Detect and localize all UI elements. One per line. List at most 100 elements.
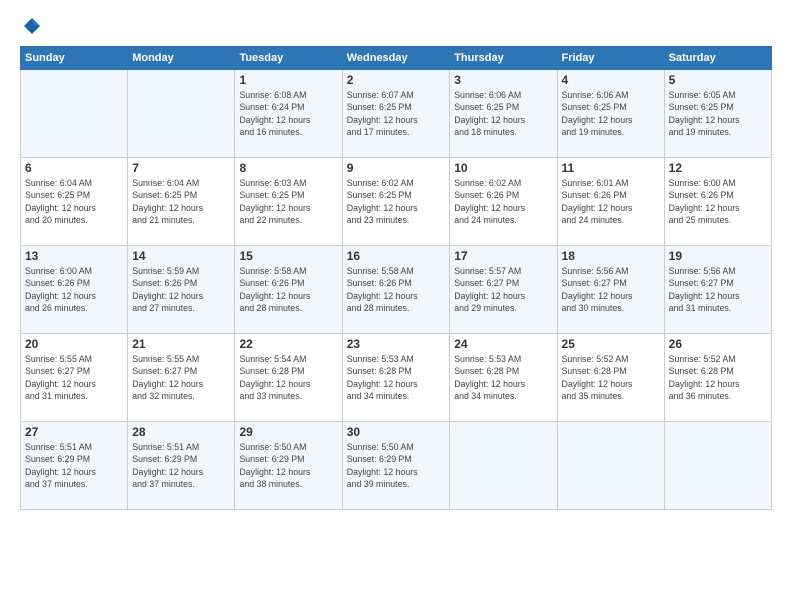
calendar-cell: 25 Sunrise: 5:52 AMSunset: 6:28 PMDayligh… bbox=[557, 334, 664, 422]
weekday-header: Tuesday bbox=[235, 47, 342, 70]
day-number: 26 bbox=[669, 337, 767, 351]
day-info: Sunrise: 6:01 AMSunset: 6:26 PMDaylight:… bbox=[562, 177, 660, 226]
day-info: Sunrise: 5:55 AMSunset: 6:27 PMDaylight:… bbox=[132, 353, 230, 402]
day-number: 27 bbox=[25, 425, 123, 439]
day-number: 2 bbox=[347, 73, 445, 87]
calendar-cell: 22Sunrise: 5:54 AMSunset: 6:28 PMDayligh… bbox=[235, 334, 342, 422]
day-number: 21 bbox=[132, 337, 230, 351]
day-number: 15 bbox=[239, 249, 337, 263]
day-number: 19 bbox=[669, 249, 767, 263]
calendar-cell: 28 Sunrise: 5:51 AMSunset: 6:29 PMDayligh… bbox=[128, 422, 235, 510]
calendar-cell: 23 Sunrise: 5:53 AMSunset: 6:28 PMDayligh… bbox=[342, 334, 449, 422]
weekday-header: Monday bbox=[128, 47, 235, 70]
day-number: 9 bbox=[347, 161, 445, 175]
day-info: Sunrise: 5:52 AMSunset: 6:28 PMDaylight:… bbox=[669, 353, 767, 402]
day-number: 20 bbox=[25, 337, 123, 351]
calendar-cell: 4Sunrise: 6:06 AMSunset: 6:25 PMDaylight… bbox=[557, 70, 664, 158]
calendar-cell: 6 Sunrise: 6:04 AMSunset: 6:25 PMDaylight… bbox=[21, 158, 128, 246]
calendar-cell: 27 Sunrise: 5:51 AMSunset: 6:29 PMDayligh… bbox=[21, 422, 128, 510]
day-number: 5 bbox=[669, 73, 767, 87]
day-info: Sunrise: 6:03 AMSunset: 6:25 PMDaylight:… bbox=[239, 177, 337, 226]
day-info: Sunrise: 5:50 AMSunset: 6:29 PMDaylight:… bbox=[347, 441, 445, 490]
calendar-cell bbox=[128, 70, 235, 158]
day-info: Sunrise: 5:53 AMSunset: 6:28 PMDaylight:… bbox=[347, 353, 445, 402]
day-info: Sunrise: 6:07 AMSunset: 6:25 PMDaylight:… bbox=[347, 89, 445, 138]
calendar-week-row: 13 Sunrise: 6:00 AMSunset: 6:26 PMDayligh… bbox=[21, 246, 772, 334]
day-info: Sunrise: 6:04 AMSunset: 6:25 PMDaylight:… bbox=[25, 177, 123, 226]
calendar-cell bbox=[557, 422, 664, 510]
day-number: 13 bbox=[25, 249, 123, 263]
day-number: 23 bbox=[347, 337, 445, 351]
day-info: Sunrise: 5:51 AMSunset: 6:29 PMDaylight:… bbox=[25, 441, 123, 490]
day-info: Sunrise: 5:57 AMSunset: 6:27 PMDaylight:… bbox=[454, 265, 552, 314]
calendar-cell: 8 Sunrise: 6:03 AMSunset: 6:25 PMDaylight… bbox=[235, 158, 342, 246]
day-info: Sunrise: 6:06 AMSunset: 6:25 PMDaylight:… bbox=[454, 89, 552, 138]
calendar-week-row: 6 Sunrise: 6:04 AMSunset: 6:25 PMDaylight… bbox=[21, 158, 772, 246]
day-number: 29 bbox=[239, 425, 337, 439]
day-number: 7 bbox=[132, 161, 230, 175]
calendar-cell: 21 Sunrise: 5:55 AMSunset: 6:27 PMDayligh… bbox=[128, 334, 235, 422]
day-info: Sunrise: 5:58 AMSunset: 6:26 PMDaylight:… bbox=[239, 265, 337, 314]
day-number: 11 bbox=[562, 161, 660, 175]
day-number: 17 bbox=[454, 249, 552, 263]
calendar-cell: 26 Sunrise: 5:52 AMSunset: 6:28 PMDayligh… bbox=[664, 334, 771, 422]
logo-icon bbox=[22, 16, 42, 36]
day-info: Sunrise: 6:06 AMSunset: 6:25 PMDaylight:… bbox=[562, 89, 660, 138]
logo bbox=[20, 16, 42, 36]
day-info: Sunrise: 6:02 AMSunset: 6:25 PMDaylight:… bbox=[347, 177, 445, 226]
day-number: 1 bbox=[239, 73, 337, 87]
day-number: 10 bbox=[454, 161, 552, 175]
calendar-week-row: 27 Sunrise: 5:51 AMSunset: 6:29 PMDayligh… bbox=[21, 422, 772, 510]
day-info: Sunrise: 5:55 AMSunset: 6:27 PMDaylight:… bbox=[25, 353, 123, 402]
page: SundayMondayTuesdayWednesdayThursdayFrid… bbox=[0, 0, 792, 612]
calendar-cell: 3 Sunrise: 6:06 AMSunset: 6:25 PMDaylight… bbox=[450, 70, 557, 158]
day-info: Sunrise: 5:56 AMSunset: 6:27 PMDaylight:… bbox=[562, 265, 660, 314]
day-number: 25 bbox=[562, 337, 660, 351]
calendar-week-row: 1 Sunrise: 6:08 AMSunset: 6:24 PMDaylight… bbox=[21, 70, 772, 158]
calendar-table: SundayMondayTuesdayWednesdayThursdayFrid… bbox=[20, 46, 772, 510]
calendar-cell: 30 Sunrise: 5:50 AMSunset: 6:29 PMDayligh… bbox=[342, 422, 449, 510]
calendar-cell: 16 Sunrise: 5:58 AMSunset: 6:26 PMDayligh… bbox=[342, 246, 449, 334]
day-info: Sunrise: 5:51 AMSunset: 6:29 PMDaylight:… bbox=[132, 441, 230, 490]
weekday-header: Thursday bbox=[450, 47, 557, 70]
calendar-cell: 11 Sunrise: 6:01 AMSunset: 6:26 PMDayligh… bbox=[557, 158, 664, 246]
day-info: Sunrise: 6:02 AMSunset: 6:26 PMDaylight:… bbox=[454, 177, 552, 226]
calendar-cell bbox=[450, 422, 557, 510]
day-number: 30 bbox=[347, 425, 445, 439]
calendar-cell bbox=[664, 422, 771, 510]
day-number: 14 bbox=[132, 249, 230, 263]
weekday-header: Friday bbox=[557, 47, 664, 70]
day-number: 22 bbox=[239, 337, 337, 351]
calendar-cell: 20 Sunrise: 5:55 AMSunset: 6:27 PMDayligh… bbox=[21, 334, 128, 422]
day-number: 28 bbox=[132, 425, 230, 439]
calendar-cell: 17 Sunrise: 5:57 AMSunset: 6:27 PMDayligh… bbox=[450, 246, 557, 334]
calendar-cell: 10 Sunrise: 6:02 AMSunset: 6:26 PMDayligh… bbox=[450, 158, 557, 246]
calendar-header-row: SundayMondayTuesdayWednesdayThursdayFrid… bbox=[21, 47, 772, 70]
day-info: Sunrise: 6:05 AMSunset: 6:25 PMDaylight:… bbox=[669, 89, 767, 138]
calendar-week-row: 20 Sunrise: 5:55 AMSunset: 6:27 PMDayligh… bbox=[21, 334, 772, 422]
day-info: Sunrise: 5:53 AMSunset: 6:28 PMDaylight:… bbox=[454, 353, 552, 402]
calendar-cell: 19 Sunrise: 5:56 AMSunset: 6:27 PMDayligh… bbox=[664, 246, 771, 334]
day-number: 8 bbox=[239, 161, 337, 175]
day-info: Sunrise: 5:56 AMSunset: 6:27 PMDaylight:… bbox=[669, 265, 767, 314]
day-number: 6 bbox=[25, 161, 123, 175]
day-info: Sunrise: 6:00 AMSunset: 6:26 PMDaylight:… bbox=[25, 265, 123, 314]
weekday-header: Wednesday bbox=[342, 47, 449, 70]
calendar-cell: 7Sunrise: 6:04 AMSunset: 6:25 PMDaylight… bbox=[128, 158, 235, 246]
day-number: 18 bbox=[562, 249, 660, 263]
day-number: 16 bbox=[347, 249, 445, 263]
calendar-cell: 24 Sunrise: 5:53 AMSunset: 6:28 PMDayligh… bbox=[450, 334, 557, 422]
day-info: Sunrise: 5:50 AMSunset: 6:29 PMDaylight:… bbox=[239, 441, 337, 490]
day-number: 24 bbox=[454, 337, 552, 351]
header bbox=[20, 16, 772, 36]
day-info: Sunrise: 6:08 AMSunset: 6:24 PMDaylight:… bbox=[239, 89, 337, 138]
calendar-cell: 18 Sunrise: 5:56 AMSunset: 6:27 PMDayligh… bbox=[557, 246, 664, 334]
day-info: Sunrise: 5:52 AMSunset: 6:28 PMDaylight:… bbox=[562, 353, 660, 402]
calendar-cell: 14Sunrise: 5:59 AMSunset: 6:26 PMDayligh… bbox=[128, 246, 235, 334]
day-info: Sunrise: 5:58 AMSunset: 6:26 PMDaylight:… bbox=[347, 265, 445, 314]
calendar-cell bbox=[21, 70, 128, 158]
day-number: 3 bbox=[454, 73, 552, 87]
calendar-cell: 2 Sunrise: 6:07 AMSunset: 6:25 PMDaylight… bbox=[342, 70, 449, 158]
calendar-cell: 15 Sunrise: 5:58 AMSunset: 6:26 PMDayligh… bbox=[235, 246, 342, 334]
calendar-cell: 5 Sunrise: 6:05 AMSunset: 6:25 PMDaylight… bbox=[664, 70, 771, 158]
